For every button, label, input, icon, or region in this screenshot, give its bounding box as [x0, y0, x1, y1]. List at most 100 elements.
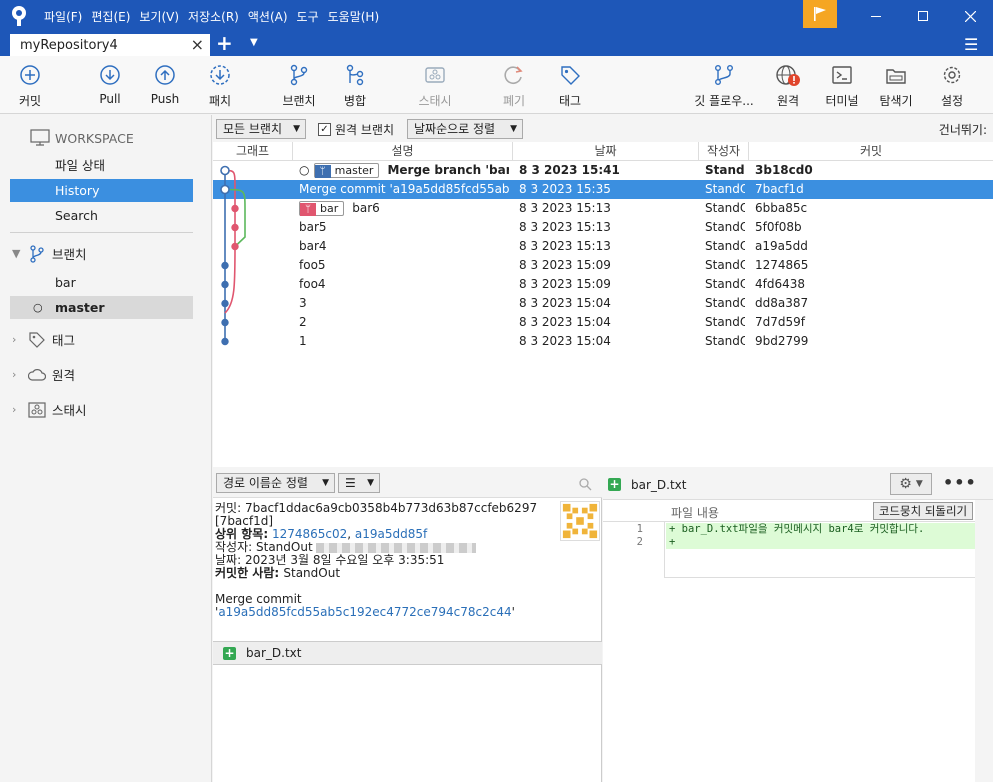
diff-options-button[interactable]: ⚙ ▼ [890, 473, 932, 495]
menu-repository[interactable]: 저장소(R) [188, 8, 239, 25]
workspace-header[interactable]: WORKSPACE [30, 129, 134, 147]
close-icon [964, 10, 976, 22]
commit-full-hash: 7bacf1ddac6a9cb0358b4b773d63b87ccfeb6297 [244, 501, 538, 515]
column-commit[interactable]: 커밋 [749, 142, 993, 161]
diff-added-line[interactable]: + [666, 536, 975, 549]
commit-icon [20, 65, 40, 85]
file-added-icon: + [223, 645, 236, 660]
menu-file[interactable]: 파일(F) [44, 8, 82, 25]
search-icon[interactable] [579, 478, 592, 491]
diff-content: 1 2 + bar_D.txt파일을 커밋메시지 bar4로 커밋합니다. + [603, 522, 975, 578]
table-row[interactable]: bar4 8 3 2023 15:13 StandOut a19a5dd [213, 237, 993, 256]
column-graph[interactable]: 그래프 [213, 142, 293, 161]
pull-button[interactable]: Pull [80, 64, 140, 106]
table-row[interactable]: foo5 8 3 2023 15:09 StandOut 1274865 [213, 256, 993, 275]
settings-button[interactable]: 설정 [922, 64, 982, 109]
table-row[interactable]: 1 8 3 2023 15:04 StandOut 9bd2799 [213, 332, 993, 351]
commit-node[interactable] [231, 223, 239, 232]
table-row[interactable]: Merge commit 'a19a5dd85fcd55ab5c192ec477… [213, 180, 993, 199]
remote-branches-checkbox[interactable]: ✓ 원격 브랜치 [318, 121, 394, 138]
fetch-button[interactable]: 패치 [190, 64, 250, 109]
new-tab-button[interactable]: + [216, 32, 233, 54]
commit-button[interactable]: 커밋 [0, 64, 60, 109]
table-row[interactable]: bar5 8 3 2023 15:13 StandOut 5f0f08b [213, 218, 993, 237]
parent-link[interactable]: 1274865c02 [272, 527, 347, 541]
menu-view[interactable]: 보기(V) [139, 8, 179, 25]
committer-line: 커밋한 사람: StandOut [215, 567, 560, 580]
remote-button[interactable]: 원격 [758, 64, 818, 109]
menu-help[interactable]: 도움말(H) [328, 8, 380, 25]
table-row[interactable]: ○ ᛘ master Merge branch 'bar' 8 3 2023 15:4… [213, 161, 993, 180]
sidebar-item-bar[interactable]: bar [10, 271, 193, 294]
close-window-button[interactable] [947, 0, 993, 32]
commit-node[interactable] [231, 204, 239, 213]
commit-node[interactable] [221, 299, 229, 308]
minimize-icon [871, 16, 881, 17]
diff-added-line[interactable]: + bar_D.txt파일을 커밋메시지 bar4로 커밋합니다. [666, 523, 975, 536]
sidebar-item-search[interactable]: Search [10, 204, 193, 227]
commit-message: Merge commit 'a19a5dd85fcd55ab5c192ec477… [215, 593, 560, 619]
branch-filter-select[interactable]: 모든 브랜치 ▼ [216, 119, 306, 139]
menu-actions[interactable]: 액션(A) [248, 8, 288, 25]
table-row[interactable]: 2 8 3 2023 15:04 StandOut 7d7d59f [213, 313, 993, 332]
commit-node[interactable] [231, 242, 239, 251]
path-sort-select[interactable]: 경로 이름순 정렬 ▼ [216, 473, 335, 493]
commit-node[interactable] [221, 337, 229, 346]
commit-node[interactable] [221, 318, 229, 327]
sidebar-group-branches[interactable]: ▼ 브랜치 [12, 244, 87, 263]
sidebar-group-tags[interactable]: › 태그 [12, 330, 75, 349]
branch-badge[interactable]: ᛘ master [313, 163, 380, 178]
revert-hunk-button[interactable]: 코드뭉치 되돌리기 [873, 502, 973, 520]
tab-strip: myRepository4 × + ▼ ☰ [0, 32, 993, 56]
gitflow-button[interactable]: 깃 플로우... [690, 64, 758, 109]
column-date[interactable]: 날짜 [513, 142, 699, 161]
hamburger-menu-icon[interactable]: ☰ [964, 35, 978, 54]
column-description[interactable]: 설명 [293, 142, 513, 161]
commit-author-cell: StandOut [705, 296, 745, 310]
menu-tools[interactable]: 도구 [297, 8, 319, 25]
commit-node[interactable] [221, 261, 229, 270]
discard-button[interactable]: 폐기 [484, 64, 544, 109]
column-author[interactable]: 작성자 [699, 142, 749, 161]
merge-label: 병합 [343, 94, 367, 108]
merge-button[interactable]: 병합 [325, 64, 385, 109]
maximize-button[interactable] [900, 0, 946, 32]
terminal-button[interactable]: 터미널 [812, 64, 872, 109]
close-tab-icon[interactable]: × [191, 35, 204, 54]
sidebar-group-remotes[interactable]: › 원격 [12, 365, 75, 384]
sort-order-select[interactable]: 날짜순으로 정렬 ▼ [407, 119, 523, 139]
commit-node[interactable] [220, 165, 230, 176]
tab-dropdown-icon[interactable]: ▼ [250, 37, 258, 48]
sidebar-item-master[interactable]: ○ master [10, 296, 193, 319]
view-mode-select[interactable]: ☰ ▼ [338, 473, 380, 493]
vertical-scrollbar[interactable] [975, 500, 993, 782]
commit-date-cell: 8 3 2023 15:09 [519, 277, 611, 291]
flag-button[interactable] [803, 0, 837, 28]
tag-button[interactable]: 태그 [540, 64, 600, 109]
changed-file-row[interactable]: + bar_D.txt [213, 641, 602, 665]
stash-button[interactable]: 스태시 [405, 64, 465, 109]
parent-link[interactable]: a19a5dd85f [355, 527, 427, 541]
table-row[interactable]: ᛘ bar bar6 8 3 2023 15:13 StandOut 6bba85c [213, 199, 993, 218]
history-filter-bar: 모든 브랜치 ▼ ✓ 원격 브랜치 날짜순으로 정렬 ▼ 건너뛰기: [213, 115, 993, 142]
table-row[interactable]: foo4 8 3 2023 15:09 StandOut 4fd6438 [213, 275, 993, 294]
menu-edit[interactable]: 편집(E) [91, 8, 130, 25]
file-added-icon: + [608, 477, 621, 491]
commit-node[interactable] [221, 280, 229, 289]
push-button[interactable]: Push [135, 64, 195, 106]
commit-node[interactable] [220, 184, 230, 195]
date-label: 날짜: [215, 553, 242, 567]
pull-icon [100, 65, 120, 85]
more-options-icon[interactable]: ••• [943, 473, 977, 492]
tab-repository[interactable]: myRepository4 × [10, 34, 210, 56]
branch-badge[interactable]: ᛘ bar [299, 201, 345, 216]
tag-icon [29, 331, 45, 348]
sidebar-item-history[interactable]: History [10, 179, 193, 202]
message-hash-link[interactable]: a19a5dd85fcd55ab5c192ec4772ce794c78c2c44 [218, 605, 511, 619]
table-row[interactable]: 3 8 3 2023 15:04 StandOut dd8a387 [213, 294, 993, 313]
explorer-button[interactable]: 탐색기 [866, 64, 926, 109]
sidebar-item-file-status[interactable]: 파일 상태 [10, 154, 193, 177]
minimize-button[interactable] [853, 0, 899, 32]
sidebar-group-stashes[interactable]: › 스태시 [12, 400, 87, 419]
branch-button[interactable]: 브랜치 [269, 64, 329, 109]
